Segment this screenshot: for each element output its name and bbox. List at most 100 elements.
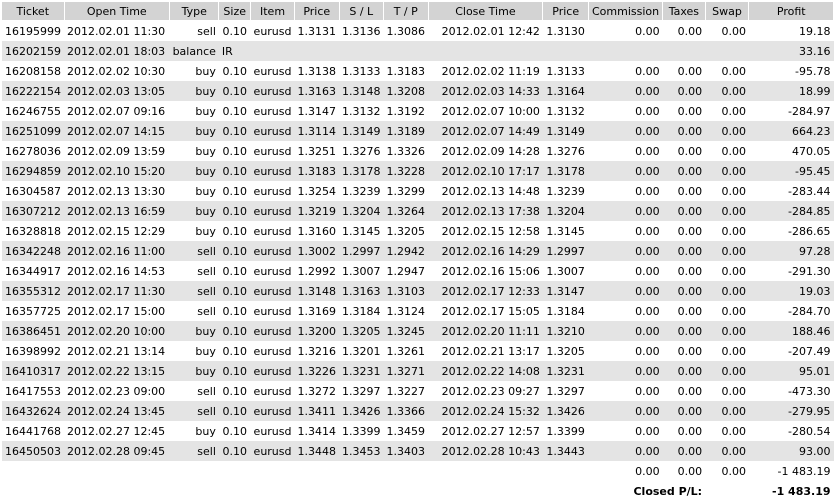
- column-header-taxes[interactable]: Taxes: [662, 2, 706, 21]
- open-time-cell: 2012.02.01 11:30: [67, 24, 166, 38]
- column-header-stop-loss[interactable]: S / L: [339, 2, 384, 21]
- stop-loss-cell: 1.3136: [342, 24, 381, 38]
- table-row[interactable]: 16251099 2012.02.07 14:15 buy 0.10 eurusd 1.3…: [2, 121, 834, 141]
- ticket-cell: 16195999: [5, 24, 61, 38]
- swap-cell: 0.00: [721, 104, 746, 118]
- item-cell: eurusd: [253, 264, 292, 278]
- table-row[interactable]: 16357725 2012.02.17 15:00 sell 0.10 eurusd 1.…: [2, 301, 834, 321]
- open-price-cell: 1.3200: [294, 321, 339, 341]
- taxes-cell: 0.00: [662, 361, 706, 381]
- size-cell: 0.10: [218, 361, 251, 381]
- open-price-cell: 1.3226: [294, 361, 339, 381]
- column-header-commission[interactable]: Commission: [588, 2, 664, 21]
- column-header-item[interactable]: Item: [250, 2, 295, 21]
- profit-cell: 95.01: [748, 361, 834, 381]
- table-row[interactable]: 16278036 2012.02.09 13:59 buy 0.10 eurusd 1.3…: [2, 141, 834, 161]
- table-row[interactable]: 16450503 2012.02.28 09:45 sell 0.10 eurusd 1.…: [2, 441, 834, 461]
- table-row[interactable]: 16342248 2012.02.16 11:00 sell 0.10 eurusd 1.…: [2, 241, 834, 261]
- open-time-cell: 2012.02.27 12:45: [67, 424, 166, 438]
- taxes-cell: 0.00: [662, 121, 706, 141]
- empty-cell: [2, 461, 589, 481]
- size-cell: 0.10: [222, 64, 247, 78]
- profit-cell: -279.95: [748, 401, 834, 421]
- close-time-cell: 2012.02.24 15:32: [428, 401, 543, 421]
- table-row[interactable]: 16410317 2012.02.22 13:15 buy 0.10 eurusd 1.3…: [2, 361, 834, 381]
- close-price-cell: 1.3426: [542, 401, 589, 421]
- take-profit-cell: 1.3227: [386, 384, 426, 398]
- column-header-close-time[interactable]: Close Time: [428, 2, 544, 21]
- closed-pl-label: Closed P/L:: [588, 481, 706, 501]
- close-price-cell: 1.3399: [546, 424, 585, 438]
- taxes-cell: 0.00: [677, 304, 703, 318]
- commission-cell: 0.00: [588, 121, 663, 141]
- type-cell: buy: [195, 224, 216, 238]
- item-cell: eurusd: [250, 281, 295, 301]
- open-price-cell: 1.3148: [294, 281, 339, 301]
- profit-cell: 19.18: [799, 24, 831, 38]
- column-header-profit[interactable]: Profit: [748, 2, 834, 21]
- table-row[interactable]: 16195999 2012.02.01 11:30 sell 0.10 eurusd 1.…: [2, 21, 834, 42]
- profit-cell: 18.99: [748, 81, 834, 101]
- stop-loss-cell: 1.3178: [339, 161, 384, 181]
- commission-cell: 0.00: [635, 184, 660, 198]
- column-header-ticket[interactable]: Ticket: [2, 2, 65, 21]
- item-cell: eurusd: [253, 64, 292, 78]
- empty-cell: [294, 41, 339, 61]
- table-row[interactable]: 16328818 2012.02.15 12:29 buy 0.10 eurusd 1.3…: [2, 221, 834, 241]
- open-time-cell: 2012.02.16 11:00: [64, 241, 170, 261]
- stop-loss-cell: 1.3297: [342, 384, 381, 398]
- table-row[interactable]: 16246755 2012.02.07 09:16 buy 0.10 eurusd 1.3…: [2, 101, 834, 121]
- ticket-cell: 16307212: [2, 201, 64, 221]
- swap-cell: 0.00: [705, 361, 749, 381]
- totals-row: 0.00 0.00 0.00 -1 483.19: [2, 461, 834, 481]
- table-row[interactable]: 16294859 2012.02.10 15:20 buy 0.10 eurusd 1.3…: [2, 161, 834, 181]
- table-row[interactable]: 16355312 2012.02.17 11:30 sell 0.10 eurusd 1.…: [2, 281, 834, 301]
- close-price-cell: 1.3147: [542, 281, 589, 301]
- open-price-cell: 1.3254: [297, 184, 337, 198]
- table-row[interactable]: 16417553 2012.02.23 09:00 sell 0.10 eurusd 1.…: [2, 381, 834, 401]
- column-header-swap[interactable]: Swap: [705, 2, 750, 21]
- stop-loss-cell: 1.3453: [339, 441, 384, 461]
- swap-cell: 0.00: [721, 384, 746, 398]
- table-row[interactable]: 16208158 2012.02.02 10:30 buy 0.10 eurusd 1.3…: [2, 61, 834, 81]
- balance-row[interactable]: 16202159 2012.02.01 18:03 balance IR 33.16: [2, 41, 834, 61]
- header-row: Ticket Open Time Type Size Item Price S …: [2, 2, 834, 21]
- table-row[interactable]: 16386451 2012.02.20 10:00 buy 0.10 eurusd 1.3…: [2, 321, 834, 341]
- type-cell: buy: [195, 344, 216, 358]
- ticket-cell: 16294859: [2, 161, 64, 181]
- commission-cell: 0.00: [588, 281, 663, 301]
- table-row[interactable]: 16344917 2012.02.16 14:53 sell 0.10 eurusd 1.…: [2, 261, 834, 281]
- open-time-cell: 2012.02.10 15:20: [64, 161, 170, 181]
- take-profit-cell: 1.3271: [383, 361, 428, 381]
- column-header-type[interactable]: Type: [169, 2, 220, 21]
- table-row[interactable]: 16432624 2012.02.24 13:45 sell 0.10 eurusd 1.…: [2, 401, 834, 421]
- profit-cell: 188.46: [748, 321, 834, 341]
- ticket-cell: 16417553: [5, 384, 61, 398]
- ticket-cell: 16450503: [2, 441, 64, 461]
- size-cell: 0.10: [218, 321, 251, 341]
- table-row[interactable]: 16304587 2012.02.13 13:30 buy 0.10 eurusd 1.3…: [2, 181, 834, 201]
- close-price-cell: 1.3443: [542, 441, 589, 461]
- close-price-cell: 1.3149: [542, 121, 589, 141]
- taxes-cell: 0.00: [677, 264, 703, 278]
- column-header-open-time[interactable]: Open Time: [64, 2, 171, 21]
- close-price-cell: 1.3164: [542, 81, 589, 101]
- column-header-size[interactable]: Size: [218, 2, 252, 21]
- close-time-cell: 2012.02.22 14:08: [428, 361, 543, 381]
- close-price-cell: 1.3133: [546, 64, 585, 78]
- table-row[interactable]: 16441768 2012.02.27 12:45 buy 0.10 eurusd 1.3…: [2, 421, 834, 441]
- item-cell: eurusd: [250, 441, 295, 461]
- commission-cell: 0.00: [635, 64, 660, 78]
- swap-cell: 0.00: [721, 424, 746, 438]
- table-row[interactable]: 16222154 2012.02.03 13:05 buy 0.10 eurusd 1.3…: [2, 81, 834, 101]
- table-row[interactable]: 16398992 2012.02.21 13:14 buy 0.10 eurusd 1.3…: [2, 341, 834, 361]
- taxes-cell: 0.00: [677, 144, 703, 158]
- open-time-cell: 2012.02.02 10:30: [67, 64, 166, 78]
- table-row[interactable]: 16307212 2012.02.13 16:59 buy 0.10 eurusd 1.3…: [2, 201, 834, 221]
- column-header-take-profit[interactable]: T / P: [383, 2, 429, 21]
- column-header-close-price[interactable]: Price: [542, 2, 589, 21]
- type-cell: sell: [169, 401, 219, 421]
- take-profit-cell: 1.3103: [383, 281, 428, 301]
- column-header-open-price[interactable]: Price: [294, 2, 340, 21]
- type-cell: buy: [169, 121, 219, 141]
